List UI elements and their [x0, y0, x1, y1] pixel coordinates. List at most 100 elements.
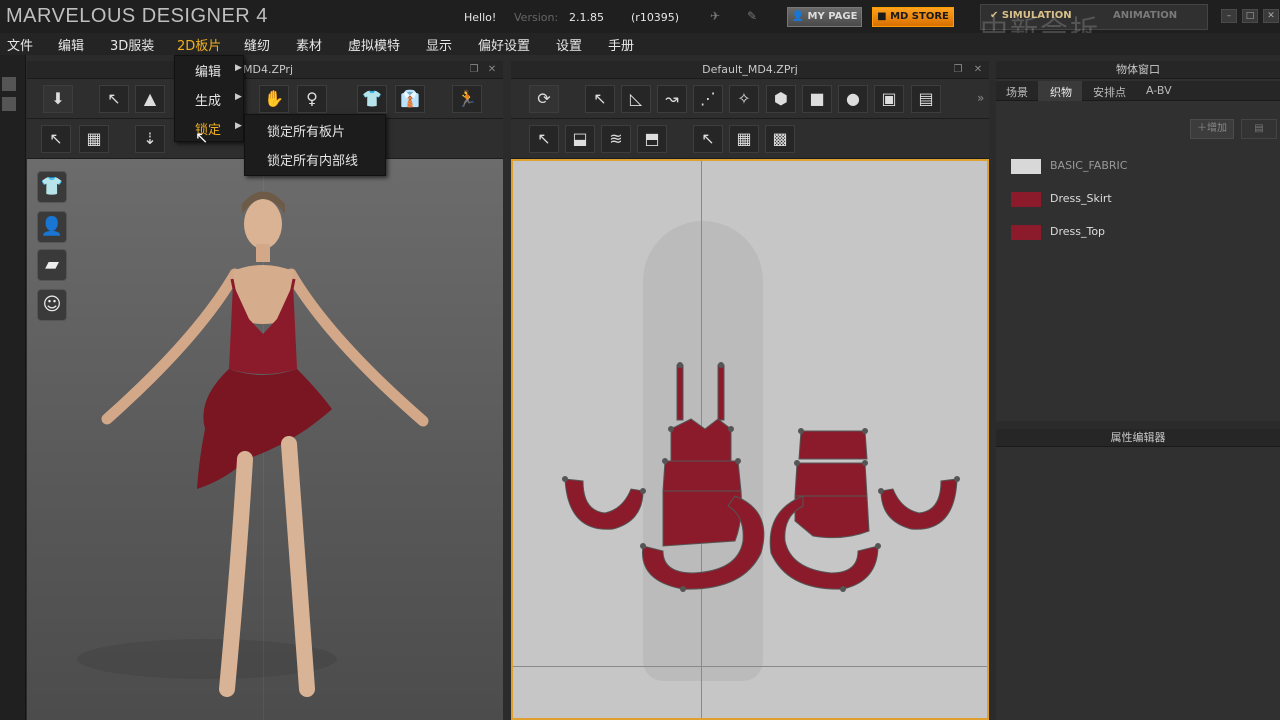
- object-window: 物体窗口 场景 织物 安排点 A-BV ＋增加 ▤ BASIC_FABRIC D…: [996, 61, 1280, 421]
- circle-icon[interactable]: ●: [838, 85, 868, 113]
- fabric-item[interactable]: Dress_Skirt: [1008, 190, 1278, 210]
- expand-toolbar-icon[interactable]: »: [977, 91, 984, 105]
- close-window-button[interactable]: ✕: [1263, 9, 1279, 23]
- greeting: Hello!: [464, 11, 497, 24]
- submenu-arrow-icon: ▶: [235, 92, 242, 102]
- close-window-icon[interactable]: ✕: [971, 61, 985, 79]
- segment-sewing-icon[interactable]: ⬓: [565, 125, 595, 153]
- tab-abv[interactable]: A-BV: [1146, 84, 1172, 97]
- menu-item-edit[interactable]: 编辑: [195, 61, 221, 80]
- mesh-grid-icon[interactable]: ▦: [79, 125, 109, 153]
- lock-submenu: 锁定所有板片 锁定所有内部线: [244, 114, 386, 176]
- select-mesh-2d-icon[interactable]: ↖: [693, 125, 723, 153]
- title-bar: MARVELOUS DESIGNER 4 Hello! Version: 2.1…: [0, 0, 1280, 47]
- tab-animation[interactable]: ANIMATION: [1113, 10, 1177, 21]
- curve-point-icon[interactable]: ✧: [729, 85, 759, 113]
- window-2d-header: Default_MD4.ZPrj ❐ ✕: [511, 61, 989, 79]
- my-page-button[interactable]: 👤 MY PAGE: [787, 7, 862, 27]
- menu-preferences[interactable]: 偏好设置: [478, 35, 530, 54]
- add-fabric-button[interactable]: ＋增加: [1190, 119, 1234, 139]
- md-store-label: MD STORE: [890, 11, 949, 22]
- tool-icon[interactable]: ✈: [705, 9, 725, 25]
- menu-2d-pattern[interactable]: 2D板片: [177, 35, 221, 54]
- menu-manual[interactable]: 手册: [608, 35, 634, 54]
- pattern-dropdown-menu: 编辑 ▶ 生成 ▶ 锁定 ▶: [174, 55, 244, 142]
- mouse-cursor-icon: ↖: [195, 128, 209, 147]
- select-move-icon[interactable]: ↖: [99, 85, 129, 113]
- rectangle-icon[interactable]: ■: [802, 85, 832, 113]
- md-store-button[interactable]: ■ MD STORE: [872, 7, 954, 27]
- add-fabric-label: 增加: [1207, 123, 1227, 134]
- menu-sewing[interactable]: 缝纫: [244, 35, 270, 54]
- delete-fabric-button[interactable]: ▤: [1241, 119, 1277, 139]
- fabric-item[interactable]: BASIC_FABRIC: [1008, 157, 1278, 177]
- menu-materials[interactable]: 素材: [296, 35, 322, 54]
- fold-tool-icon[interactable]: ✋: [259, 85, 289, 113]
- menu-item-lock-all-internal-lines[interactable]: 锁定所有内部线: [267, 150, 358, 169]
- toolbar-2d-row1: ⟳ ↖ ◺ ↝ ⋰ ✧ ⬢ ■ ● ▣ ▤ »: [511, 79, 989, 119]
- garment-blue-icon[interactable]: 👕: [357, 85, 387, 113]
- menu-settings[interactable]: 设置: [556, 35, 582, 54]
- tab-fabric[interactable]: 织物: [1050, 84, 1072, 100]
- select-mesh-icon[interactable]: ▲: [135, 85, 165, 113]
- my-page-label: MY PAGE: [807, 11, 858, 22]
- run-icon[interactable]: 🏃: [452, 85, 482, 113]
- property-editor: 属性编辑器: [996, 429, 1280, 720]
- window-2d: Default_MD4.ZPrj ❐ ✕ ⟳ ↖ ◺ ↝ ⋰ ✧ ⬢ ■ ● ▣…: [511, 61, 989, 720]
- settings-icon[interactable]: ✎: [742, 9, 762, 25]
- tab-arrangement-points[interactable]: 安排点: [1093, 84, 1126, 100]
- menu-edit[interactable]: 编辑: [58, 35, 84, 54]
- version-number: 2.1.85: [569, 11, 604, 24]
- object-window-title: 物体窗口: [1116, 63, 1160, 76]
- library-tab-icon[interactable]: [2, 97, 16, 111]
- menu-file[interactable]: 文件: [7, 35, 33, 54]
- fabric-name: BASIC_FABRIC: [1050, 159, 1128, 172]
- float-window-icon[interactable]: ❐: [951, 61, 965, 79]
- fabric-item[interactable]: Dress_Top: [1008, 223, 1278, 243]
- window-2d-title: Default_MD4.ZPrj: [702, 63, 798, 76]
- select-pin-icon[interactable]: ↖: [41, 125, 71, 153]
- toolbar-3d-row1: ⬇ ↖ ▲ ✋ ♀ 👕 👔 🏃: [27, 79, 503, 119]
- edit-sewing-icon[interactable]: ↖: [529, 125, 559, 153]
- close-window-icon[interactable]: ✕: [485, 61, 499, 79]
- internal-polygon-icon[interactable]: ▣: [874, 85, 904, 113]
- fabric-swatch: [1011, 225, 1041, 240]
- mesh-texture-icon[interactable]: ▩: [765, 125, 795, 153]
- mesh-grid-2d-icon[interactable]: ▦: [729, 125, 759, 153]
- menu-3d-garment[interactable]: 3D服装: [110, 35, 154, 54]
- menu-display[interactable]: 显示: [426, 35, 452, 54]
- garment-blue-icon-2[interactable]: 👔: [395, 85, 425, 113]
- tab-scene[interactable]: 场景: [1006, 84, 1028, 100]
- minimize-button[interactable]: –: [1221, 9, 1237, 23]
- viewport-2d[interactable]: [511, 159, 989, 720]
- simulation-label: SIMULATION: [1001, 10, 1072, 21]
- menu-avatar[interactable]: 虚拟模特: [348, 35, 400, 54]
- app-title: MARVELOUS DESIGNER 4: [6, 5, 268, 27]
- viewport-3d[interactable]: 👕 👤 ▰ ☺: [27, 159, 503, 720]
- refresh-icon[interactable]: ⟳: [529, 85, 559, 113]
- menu-item-lock-all-patterns[interactable]: 锁定所有板片: [267, 121, 345, 140]
- edit-point-icon[interactable]: ◺: [621, 85, 651, 113]
- float-window-icon[interactable]: ❐: [467, 61, 481, 79]
- window-3d-header: MD4.ZPrj ❐ ✕: [27, 61, 503, 79]
- down-arrow-icon[interactable]: ⬇: [43, 85, 73, 113]
- fabric-name: Dress_Skirt: [1050, 192, 1112, 205]
- fold-arrange-icon[interactable]: ⇣: [135, 125, 165, 153]
- transform-pattern-icon[interactable]: ↖: [585, 85, 615, 113]
- internal-rect-icon[interactable]: ▤: [911, 85, 941, 113]
- property-editor-header: 属性编辑器: [996, 429, 1280, 447]
- tab-simulation[interactable]: ✔ SIMULATION: [990, 10, 1072, 21]
- freeform-sewing-icon[interactable]: ≋: [601, 125, 631, 153]
- menu-item-generate[interactable]: 生成: [195, 90, 221, 109]
- polygon-icon[interactable]: ⬢: [766, 85, 796, 113]
- window-3d-title: MD4.ZPrj: [243, 63, 294, 76]
- library-icon[interactable]: [2, 77, 16, 91]
- submenu-arrow-icon: ▶: [235, 121, 242, 131]
- maximize-button[interactable]: □: [1242, 9, 1258, 23]
- avatar-pose-icon[interactable]: ♀: [297, 85, 327, 113]
- add-point-icon[interactable]: ⋰: [693, 85, 723, 113]
- edit-curve-icon[interactable]: ↝: [657, 85, 687, 113]
- edit-topstitch-icon[interactable]: ⬒: [637, 125, 667, 153]
- toolbar-2d-row2: ↖ ⬓ ≋ ⬒ ↖ ▦ ▩: [511, 119, 989, 159]
- object-window-header: 物体窗口: [996, 61, 1280, 79]
